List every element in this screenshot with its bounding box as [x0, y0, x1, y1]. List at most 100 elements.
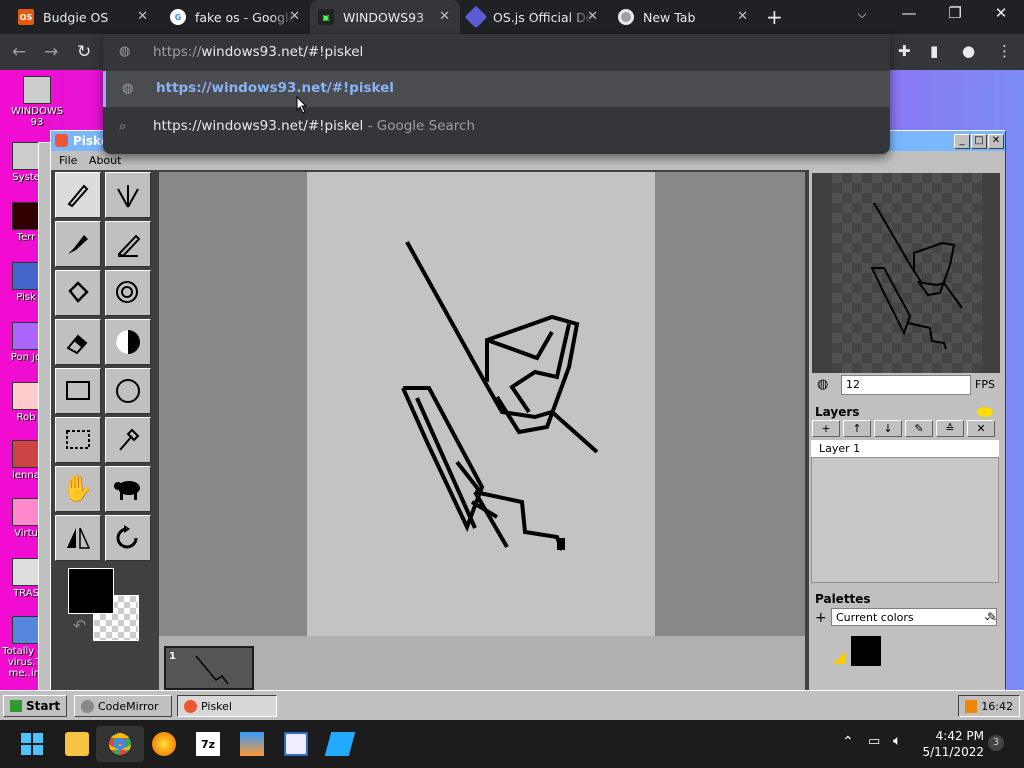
new-tab-button[interactable]: + [766, 5, 783, 29]
network-icon[interactable]: ▭ [868, 734, 880, 749]
frame-thumbnail[interactable]: 1 [164, 646, 254, 690]
suggestion-search[interactable]: ⌕ https://windows93.net/#!piskel - Googl… [103, 109, 890, 145]
eraser-tool[interactable] [55, 319, 101, 365]
reload-icon[interactable]: ↻ [77, 42, 91, 62]
app-icon[interactable] [324, 732, 356, 756]
delete-layer-button[interactable]: ✕ [967, 420, 995, 437]
add-layer-button[interactable]: + [812, 420, 840, 437]
system-clock[interactable]: 4:42 PM 5/11/2022 [920, 728, 984, 760]
circle-tool[interactable] [105, 368, 151, 414]
sidepanel-icon[interactable]: ▮ [930, 42, 938, 60]
chrome-icon [618, 9, 634, 25]
palette-color-black[interactable] [851, 636, 881, 666]
paint-brush-tool[interactable] [55, 221, 101, 267]
stroke-icon [117, 234, 141, 258]
move-layer-down-button[interactable]: ↓ [874, 420, 902, 437]
rotate-tool[interactable] [105, 515, 151, 561]
primary-marker-icon [833, 652, 845, 664]
move-tool[interactable]: ✋ [55, 466, 101, 512]
menu-icon[interactable]: ⋮ [997, 42, 1012, 60]
close-icon[interactable]: ✕ [587, 9, 598, 24]
move-layer-up-button[interactable]: ↑ [843, 420, 871, 437]
add-palette-button[interactable]: + [815, 610, 827, 626]
close-icon[interactable]: ✕ [737, 9, 748, 24]
notification-badge[interactable]: 3 [988, 735, 1004, 751]
tab-windows93[interactable]: ▣ WINDOWS93 ✕ [310, 0, 460, 34]
paint-all-same-color-tool[interactable] [105, 270, 151, 316]
windows-start-icon[interactable] [20, 732, 44, 756]
shape-select-tool[interactable] [105, 466, 151, 512]
palettes-header: Palettes [811, 590, 999, 608]
preview-canvas [832, 173, 982, 373]
tab-google-search[interactable]: G fake os - Google Search ✕ [158, 0, 310, 34]
tab-search-chevron-icon[interactable]: ⌵ [842, 7, 882, 31]
sheep-icon [114, 481, 140, 500]
rss-icon[interactable] [965, 699, 978, 713]
close-icon[interactable]: ✕ [439, 9, 450, 24]
drawing-canvas-area[interactable] [159, 172, 805, 636]
start-button[interactable]: Start [3, 695, 68, 717]
layers-title: Layers [815, 405, 860, 419]
window-maximize-button[interactable]: □ [971, 134, 987, 149]
tab-title: New Tab [643, 9, 696, 25]
lighten-tool[interactable] [105, 319, 151, 365]
close-icon[interactable]: ✕ [137, 9, 148, 24]
close-window-button[interactable]: ✕ [981, 4, 1021, 28]
firefox-icon[interactable] [152, 732, 176, 756]
window-minimize-button[interactable]: _ [954, 134, 970, 149]
primary-color-swatch[interactable] [68, 568, 114, 614]
rename-layer-button[interactable]: ✎ [905, 420, 933, 437]
volume-icon[interactable]: 🔈︎ [893, 733, 901, 749]
suggestion-url[interactable]: ◍ https://windows93.net/#!piskel [103, 71, 890, 107]
globe-icon: ◍ [119, 44, 131, 59]
paint-icon[interactable] [240, 732, 264, 756]
fps-label: FPS [975, 378, 995, 391]
file-explorer-icon[interactable] [65, 732, 89, 756]
palette-select[interactable]: Current colors ⌄ [831, 608, 997, 626]
dithering-tool[interactable] [55, 515, 101, 561]
restore-button[interactable]: ❐ [935, 4, 975, 28]
address-input[interactable]: ◍ https://windows93.net/#!piskel [103, 34, 890, 70]
sprite-canvas[interactable] [307, 172, 655, 636]
osjs-icon [464, 5, 488, 29]
forward-icon[interactable]: → [44, 42, 58, 62]
fps-slider-icon[interactable]: ◍ [817, 377, 828, 392]
vertical-mirror-pen-tool[interactable] [105, 172, 151, 218]
magic-wand-tool[interactable] [105, 417, 151, 463]
tab-budgie[interactable]: OS Budgie OS ✕ [0, 0, 158, 34]
merge-layer-button[interactable]: ≙ [936, 420, 964, 437]
edit-palette-icon[interactable]: ✎ [987, 610, 997, 624]
chrome-taskbar-slot[interactable] [96, 726, 144, 762]
stroke-tool[interactable] [105, 221, 151, 267]
minimize-button[interactable]: — [889, 4, 929, 28]
back-icon[interactable]: ← [12, 42, 26, 62]
7zip-icon[interactable]: 7z [196, 732, 220, 756]
paint-bucket-tool[interactable] [55, 270, 101, 316]
menu-file[interactable]: File [59, 154, 77, 167]
preview-drawing [870, 202, 963, 350]
layer-item[interactable]: Layer 1 [811, 440, 999, 457]
pen-tool[interactable] [55, 172, 101, 218]
swap-colors-icon[interactable]: ↶ [73, 616, 86, 635]
rectangle-tool[interactable] [55, 368, 101, 414]
layer-visibility-icon[interactable] [977, 407, 993, 417]
profile-icon[interactable]: ● [962, 42, 975, 60]
extensions-icon[interactable]: ✚ [898, 42, 911, 60]
taskbar-piskel[interactable]: Piskel [177, 695, 277, 717]
chevron-up-icon[interactable]: ⌃ [842, 734, 854, 750]
notepad-icon[interactable] [284, 732, 308, 756]
close-icon[interactable]: ✕ [289, 9, 300, 24]
menu-about[interactable]: About [89, 154, 122, 167]
folder-icon [12, 142, 40, 170]
tab-strip: OS Budgie OS ✕ G fake os - Google Search… [0, 0, 1024, 34]
window-close-button[interactable]: ✕ [988, 134, 1004, 149]
win93-taskbar: Start CodeMirror Piskel 16:42 [0, 690, 1024, 720]
tab-new-tab[interactable]: New Tab ✕ [608, 0, 758, 34]
rectangle-select-tool[interactable] [55, 417, 101, 463]
fps-input[interactable]: 12 [841, 375, 971, 395]
tab-osjs[interactable]: OS.js Official Demo ✕ [460, 0, 608, 34]
circle-icon [116, 379, 140, 403]
desktop-icon-windows93[interactable]: WINDOWS 93 [6, 76, 68, 128]
taskbar-codemirror[interactable]: CodeMirror [74, 695, 172, 717]
mirror-icon [67, 527, 91, 549]
